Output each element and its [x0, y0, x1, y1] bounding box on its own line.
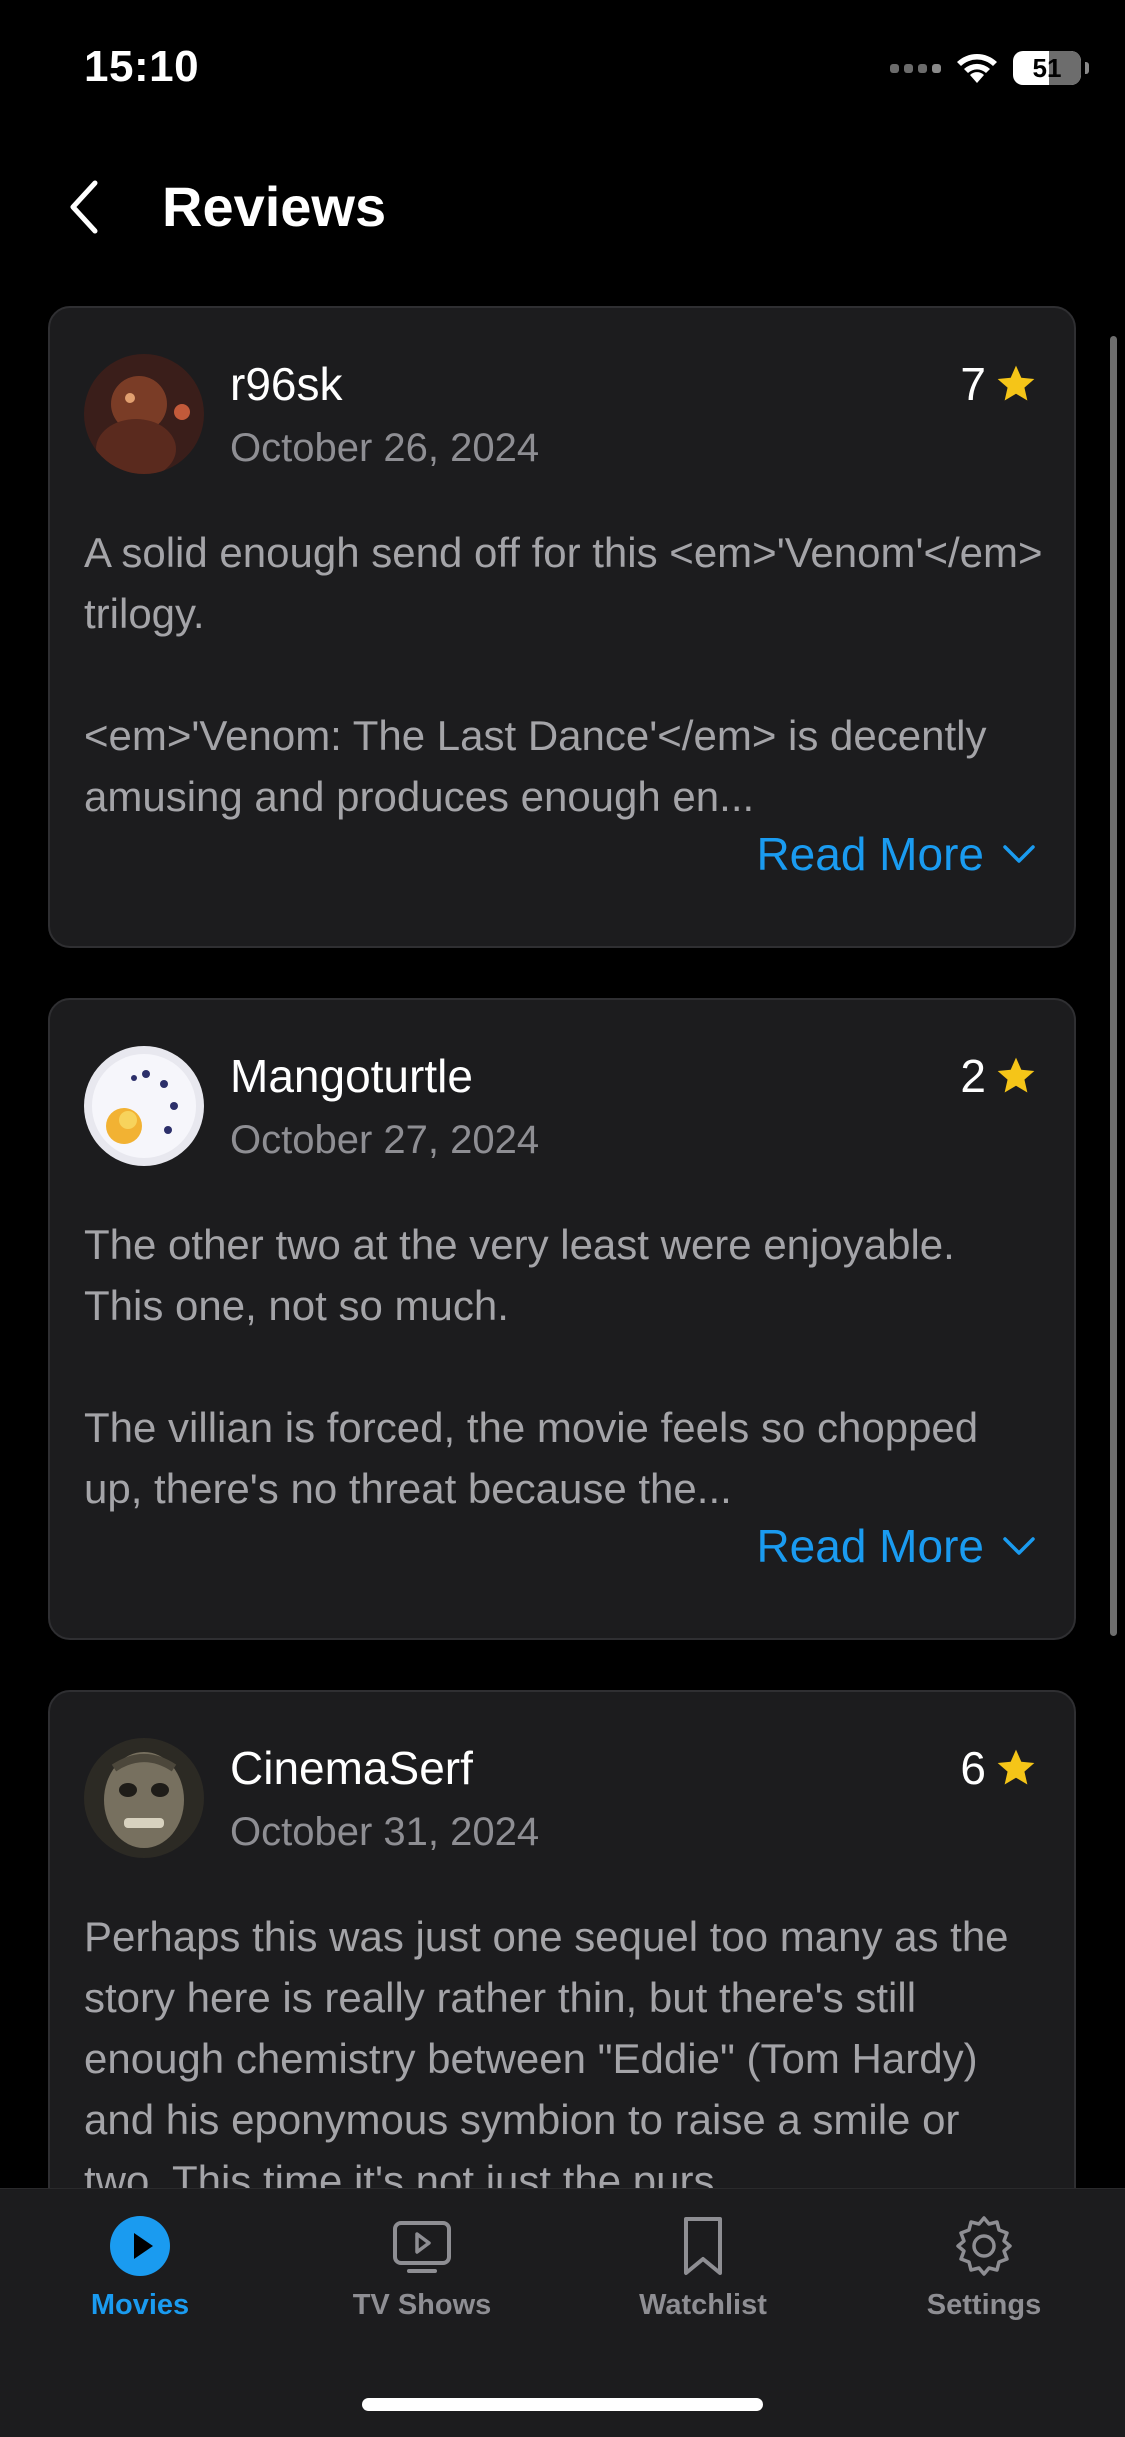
review-card: Mangoturtle October 27, 2024 2 The other…	[48, 998, 1076, 1640]
chevron-down-icon	[1003, 1537, 1035, 1555]
tab-movies[interactable]: Movies	[20, 2213, 260, 2322]
tab-settings[interactable]: Settings	[864, 2213, 1104, 2322]
tab-label: Watchlist	[639, 2289, 767, 2321]
author-name: r96sk	[230, 358, 343, 410]
back-button[interactable]	[50, 172, 120, 242]
tv-icon	[389, 2213, 455, 2279]
read-more-label: Read More	[756, 828, 984, 880]
rating: 6	[960, 1740, 1038, 1796]
header: Reviews	[0, 150, 1125, 270]
review-date: October 27, 2024	[230, 1118, 540, 1162]
rating-value: 7	[960, 358, 986, 410]
rating-value: 6	[960, 1742, 986, 1794]
wifi-icon	[957, 54, 997, 83]
star-icon	[997, 365, 1035, 401]
tab-label: Movies	[90, 2289, 190, 2321]
avatar	[84, 1046, 204, 1166]
rating: 2	[960, 1048, 1038, 1104]
author-name: Mangoturtle	[230, 1050, 473, 1102]
review-text: The other two at the very least were enj…	[84, 1221, 979, 1512]
review-date: October 31, 2024	[230, 1810, 540, 1854]
play-circle-icon	[107, 2213, 173, 2279]
battery-icon: 51	[1013, 51, 1089, 85]
page-title: Reviews	[162, 175, 387, 238]
review-card: r96sk October 26, 2024 7 A solid enough …	[48, 306, 1076, 948]
tab-label: Settings	[926, 2289, 1042, 2321]
status-time: 15:10	[84, 42, 200, 91]
read-more-button[interactable]: Read More	[756, 826, 1036, 882]
review-card: CinemaSerf October 31, 2024 6 Perhaps th…	[48, 1690, 1076, 2188]
rating: 7	[960, 356, 1038, 412]
rating-value: 2	[960, 1050, 986, 1102]
author-name: CinemaSerf	[230, 1742, 473, 1794]
bookmark-icon	[670, 2213, 736, 2279]
status-indicators: 51	[890, 48, 1089, 88]
scroll-indicator[interactable]	[1110, 336, 1117, 1636]
review-text: Perhaps this was just one sequel too man…	[84, 1913, 1009, 2188]
status-bar: 15:10 51	[0, 0, 1125, 140]
review-text: A solid enough send off for this <em>'Ve…	[84, 529, 1043, 820]
tab-tv-shows[interactable]: TV Shows	[302, 2213, 542, 2322]
home-indicator[interactable]	[362, 2398, 763, 2411]
read-more-button[interactable]: Read More	[756, 1518, 1036, 1574]
cellular-signal-icon	[890, 63, 941, 73]
read-more-label: Read More	[756, 1520, 984, 1572]
reviews-list[interactable]: r96sk October 26, 2024 7 A solid enough …	[0, 300, 1125, 2188]
tab-label: TV Shows	[352, 2289, 492, 2321]
chevron-left-icon	[70, 180, 98, 234]
tab-watchlist[interactable]: Watchlist	[583, 2213, 823, 2322]
gear-icon	[951, 2213, 1017, 2279]
star-icon	[997, 1749, 1035, 1785]
review-date: October 26, 2024	[230, 426, 540, 470]
avatar	[84, 1738, 204, 1858]
avatar	[84, 354, 204, 474]
battery-level: 51	[1032, 52, 1062, 83]
star-icon	[997, 1057, 1035, 1093]
chevron-down-icon	[1003, 845, 1035, 863]
